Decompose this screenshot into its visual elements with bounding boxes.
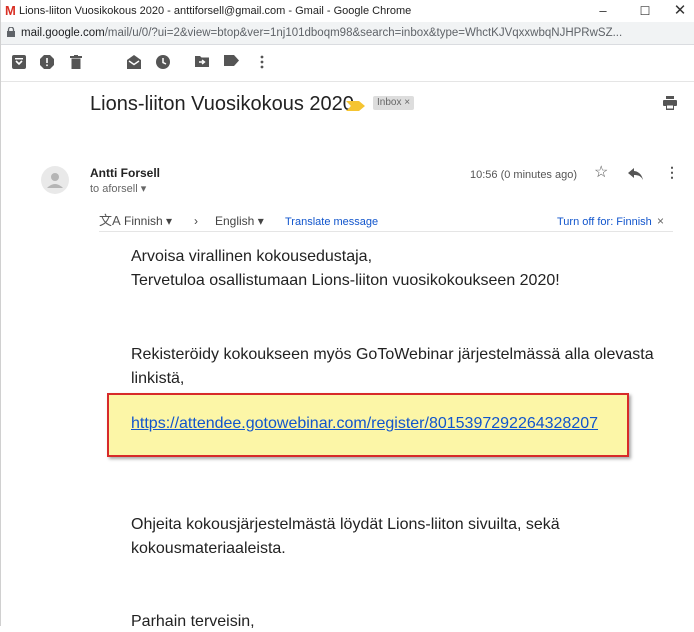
body-welcome: Tervetuloa osallistumaan Lions-liiton vu… (131, 272, 560, 289)
message-toolbar (1, 45, 694, 82)
print-icon[interactable] (663, 96, 677, 115)
body-register-line: Rekisteröidy kokoukseen myös GoToWebinar… (131, 346, 654, 363)
label-icon[interactable] (224, 55, 240, 71)
url-domain: mail.google.com (21, 27, 105, 39)
inbox-label-chip[interactable]: Inbox × (373, 96, 415, 110)
archive-icon[interactable] (12, 55, 28, 71)
source-language-dropdown[interactable]: Finnish ▾ (124, 214, 172, 228)
translate-bar: 文A Finnish ▾ › English ▾ Translate messa… (99, 211, 673, 232)
message-more-icon[interactable]: ⋮ (665, 164, 679, 180)
sender-name[interactable]: Antti Forsell (90, 166, 160, 180)
delete-icon[interactable] (70, 55, 86, 71)
body-register-line-cont: linkistä, (131, 370, 185, 387)
target-language-dropdown[interactable]: English ▾ (215, 214, 264, 228)
lock-icon (7, 27, 15, 37)
window-title: Lions-liiton Vuosikokous 2020 - anttifor… (19, 5, 412, 17)
importance-marker-icon[interactable] (346, 98, 366, 116)
more-vert-icon[interactable] (260, 55, 276, 71)
maximize-button[interactable]: ☐ (625, 0, 665, 22)
mark-unread-icon[interactable] (127, 55, 143, 71)
person-icon (47, 173, 63, 188)
star-icon[interactable]: ☆ (594, 165, 608, 181)
close-window-button[interactable]: ✕ (665, 0, 694, 22)
title-bar: M Lions-liiton Vuosikokous 2020 - anttif… (1, 0, 694, 22)
message-time: 10:56 (0 minutes ago) (470, 169, 578, 181)
body-instructions-line-cont: kokousmateriaaleista. (131, 540, 286, 557)
body-instructions-line: Ohjeita kokousjärjestelmästä löydät Lion… (131, 516, 560, 533)
minimize-button[interactable]: – (583, 0, 623, 22)
address-bar[interactable]: mail.google.com/mail/u/0/?ui=2&view=btop… (1, 22, 694, 45)
url-text[interactable]: mail.google.com/mail/u/0/?ui=2&view=btop… (21, 26, 622, 40)
translate-icon: 文A (99, 213, 121, 228)
registration-link[interactable]: https://attendee.gotowebinar.com/registe… (131, 414, 598, 434)
body-greeting: Arvoisa virallinen kokousedustaja, (131, 248, 373, 265)
move-to-icon[interactable] (195, 55, 211, 71)
email-subject: Lions-liiton Vuosikokous 2020 (90, 93, 354, 115)
body-signoff: Parhain terveisin, (131, 613, 255, 630)
chevron-right-icon: › (194, 214, 198, 228)
gmail-logo-icon: M (5, 3, 16, 18)
reply-icon[interactable] (628, 167, 643, 185)
url-path: /mail/u/0/?ui=2&view=btop&ver=1nj101dboq… (104, 27, 623, 39)
report-spam-icon[interactable] (40, 55, 56, 71)
turn-off-translation-link[interactable]: Turn off for: Finnish (557, 215, 652, 229)
recipient-details[interactable]: to aforsell ▾ (90, 182, 146, 196)
snooze-icon[interactable] (156, 55, 172, 71)
browser-window: M Lions-liiton Vuosikokous 2020 - anttif… (0, 0, 694, 630)
sender-avatar (41, 166, 69, 194)
translate-message-link[interactable]: Translate message (285, 215, 378, 229)
close-translate-bar-icon[interactable]: × (657, 214, 664, 228)
